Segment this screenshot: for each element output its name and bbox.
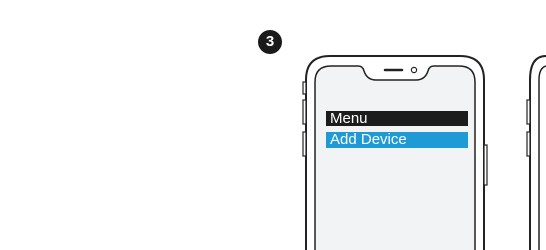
phone-screen [314,65,476,250]
second-phone-body-outline [529,55,546,250]
menu-item-add-device[interactable]: Add Device [326,132,468,148]
side-button-volume-up [302,99,307,125]
second-phone-side-button-volume-up [526,99,531,125]
menu-title-bar: Menu [326,111,468,126]
second-phone-screen [538,65,546,250]
side-button-mute [302,81,307,95]
front-camera [410,66,418,74]
side-button-volume-down [302,131,307,157]
second-phone-side-button-volume-down [526,131,531,157]
side-button-power [483,144,488,186]
